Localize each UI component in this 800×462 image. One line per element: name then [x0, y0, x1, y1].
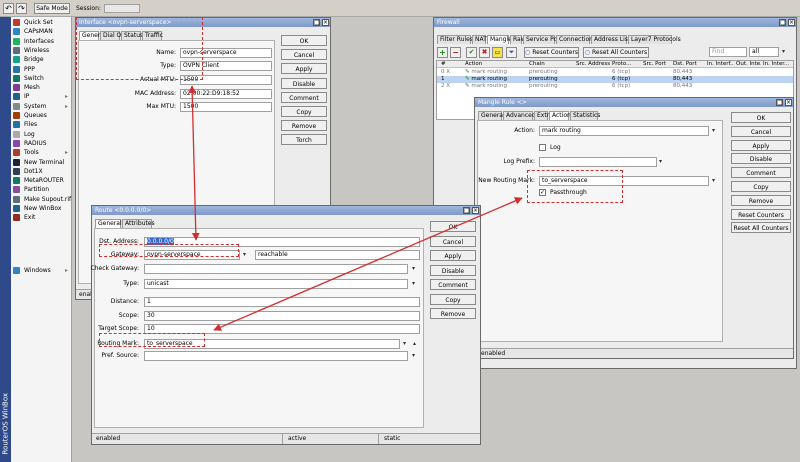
connector-arrows: [188, 85, 523, 331]
arrow-interface-gateway: [188, 85, 200, 241]
arrow-mark-routing: [213, 197, 523, 331]
